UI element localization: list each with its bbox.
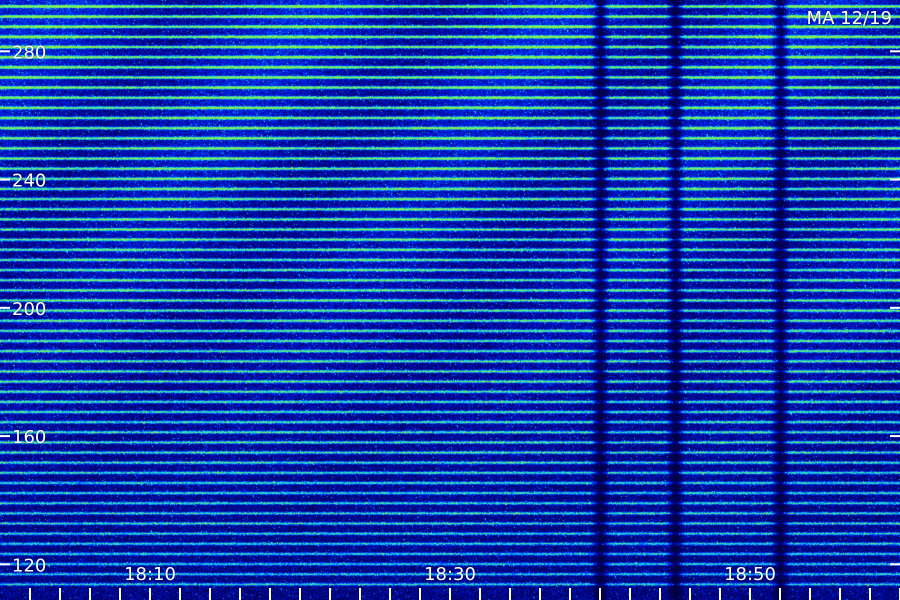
y-tick-label: 160 [12, 427, 46, 448]
x-tick-label: 18:50 [724, 564, 776, 585]
x-tick-label: 18:10 [124, 564, 176, 585]
y-axis-ticks: 280 240 200 160 120 [0, 42, 47, 577]
x-tick-label: 18:30 [424, 564, 476, 585]
x-axis-ticks: 18:10 18:30 18:50 [29, 564, 900, 600]
y-tick-label: 120 [12, 555, 46, 576]
station-label: MA 12/19 [807, 8, 892, 29]
y-tick-label: 280 [12, 42, 46, 63]
y-tick-label: 200 [12, 299, 46, 320]
y-tick-label: 240 [12, 171, 46, 192]
y-axis-ticks-right [890, 50, 900, 566]
chart-overlay: 280 240 200 160 120 18:10 18:30 18:50 MA 12/19 [0, 8, 900, 600]
spectrogram-chart: 280 240 200 160 120 18:10 18:30 18:50 MA 12/19 [0, 0, 900, 600]
